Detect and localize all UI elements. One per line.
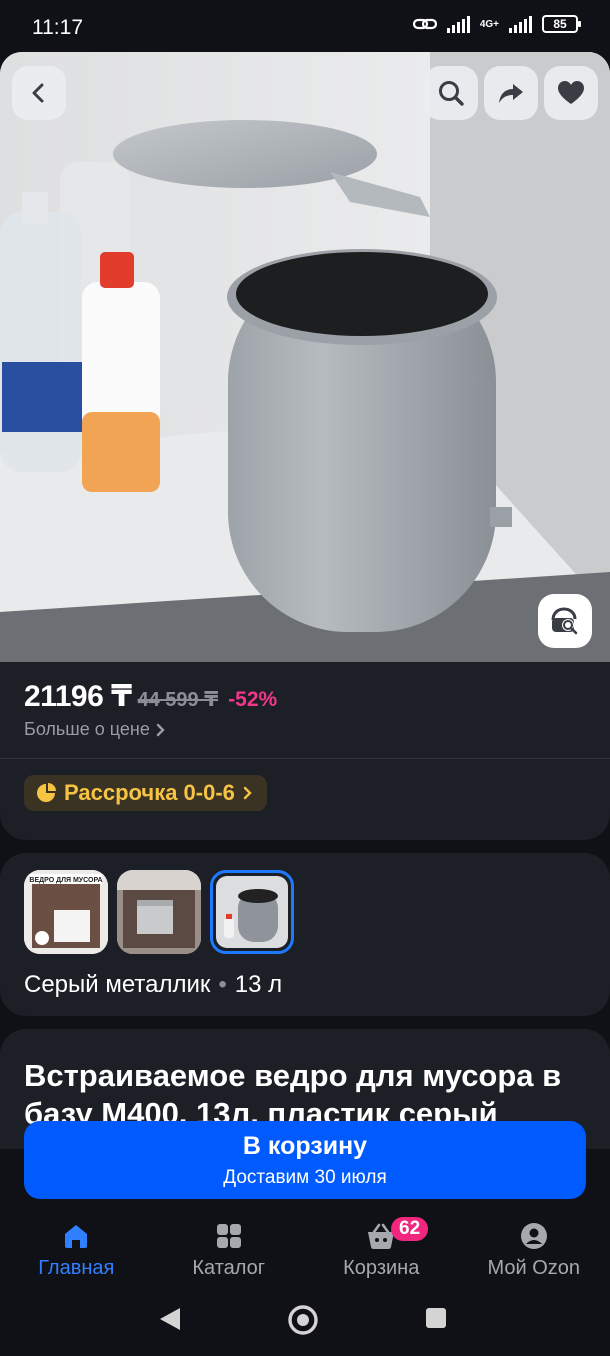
status-time: 11:17 [32, 16, 83, 39]
variant-description: Серый металлик • 13 л [24, 971, 282, 999]
search-button[interactable] [424, 66, 478, 120]
variant-volume: 13 л [234, 971, 283, 998]
variant-thumbnail-inner [216, 876, 288, 948]
variant-image: ВЕДРО ДЛЯ МУСОРА [24, 870, 108, 954]
nav-cart[interactable]: 62 Корзина [305, 1210, 458, 1292]
chevron-right-icon [156, 723, 165, 736]
nav-profile[interactable]: Мой Ozon [458, 1210, 610, 1292]
divider [0, 758, 610, 759]
thumbnail-caption: ВЕДРО ДЛЯ МУСОРА [29, 877, 102, 884]
link-icon [412, 18, 437, 30]
status-bar: 11:17 4G+ 85 [0, 0, 610, 54]
variant-color: Серый металлик [24, 971, 211, 998]
system-home-icon[interactable] [287, 1304, 319, 1336]
variant-thumbnail-selected[interactable] [210, 870, 294, 954]
battery-icon: 85 [542, 15, 581, 33]
nav-profile-label: Мой Ozon [487, 1257, 581, 1279]
nav-cart-label: Корзина [343, 1257, 420, 1279]
profile-icon [520, 1221, 548, 1251]
cart-count-badge: 62 [391, 1217, 429, 1241]
status-icons: 4G+ 85 [412, 15, 581, 33]
pie-chart-icon [37, 783, 56, 802]
variant-thumbnail[interactable]: ВЕДРО ДЛЯ МУСОРА [24, 870, 108, 954]
nav-catalog[interactable]: Каталог [153, 1210, 306, 1292]
visual-search-button[interactable] [538, 594, 592, 648]
search-icon [439, 81, 464, 106]
variant-separator: • [218, 971, 227, 998]
variant-image [117, 870, 201, 954]
variant-thumbnail[interactable] [117, 870, 201, 954]
signal-icon [446, 15, 470, 33]
bottom-navigation: Главная Каталог 62 Корзина Мой Ozon [0, 1210, 610, 1292]
variant-image [216, 876, 288, 948]
system-navigation-bar [0, 1292, 610, 1356]
product-image-gallery[interactable] [0, 52, 610, 662]
installment-badge[interactable]: Рассрочка 0-0-6 [24, 775, 267, 811]
home-icon [62, 1221, 90, 1251]
chevron-right-icon [243, 786, 252, 800]
signal-icon-2 [509, 15, 532, 33]
share-button[interactable] [484, 66, 538, 120]
heart-icon [558, 81, 584, 104]
catalog-icon [215, 1221, 243, 1251]
favorite-button[interactable] [544, 66, 598, 120]
nav-home-label: Главная [38, 1257, 115, 1279]
variant-selector: ВЕДРО ДЛЯ МУСОРА Серый металлик • 13 л [0, 853, 610, 1016]
system-recents-icon[interactable] [426, 1308, 446, 1328]
add-to-cart-button[interactable]: В корзину Доставим 30 июля [24, 1121, 586, 1199]
delivery-date: Доставим 30 июля [223, 1167, 387, 1188]
product-photo [0, 52, 610, 662]
current-price: 21196 ₸ [24, 680, 132, 713]
nav-catalog-label: Каталог [192, 1257, 266, 1279]
add-to-cart-label: В корзину [242, 1132, 368, 1160]
price-details-label: Больше о цене [24, 719, 150, 739]
price-details-link[interactable]: Больше о цене [24, 719, 166, 740]
variant-thumbnails: ВЕДРО ДЛЯ МУСОРА [24, 870, 294, 954]
share-icon [499, 84, 523, 103]
old-price: 44 599 ₸ [137, 689, 219, 711]
price-card: 21196 ₸ 44 599 ₸ -52% Больше о цене Расс… [0, 662, 610, 840]
price-row: 21196 ₸ 44 599 ₸ -52% [24, 679, 277, 714]
image-search-icon [551, 607, 578, 635]
nav-home[interactable]: Главная [0, 1210, 153, 1292]
chevron-left-icon [32, 83, 44, 103]
installment-label: Рассрочка 0-0-6 [64, 780, 235, 805]
back-button[interactable] [12, 66, 66, 120]
system-back-icon[interactable] [158, 1306, 182, 1332]
discount-badge: -52% [228, 688, 278, 711]
network-type: 4G+ [479, 18, 499, 30]
